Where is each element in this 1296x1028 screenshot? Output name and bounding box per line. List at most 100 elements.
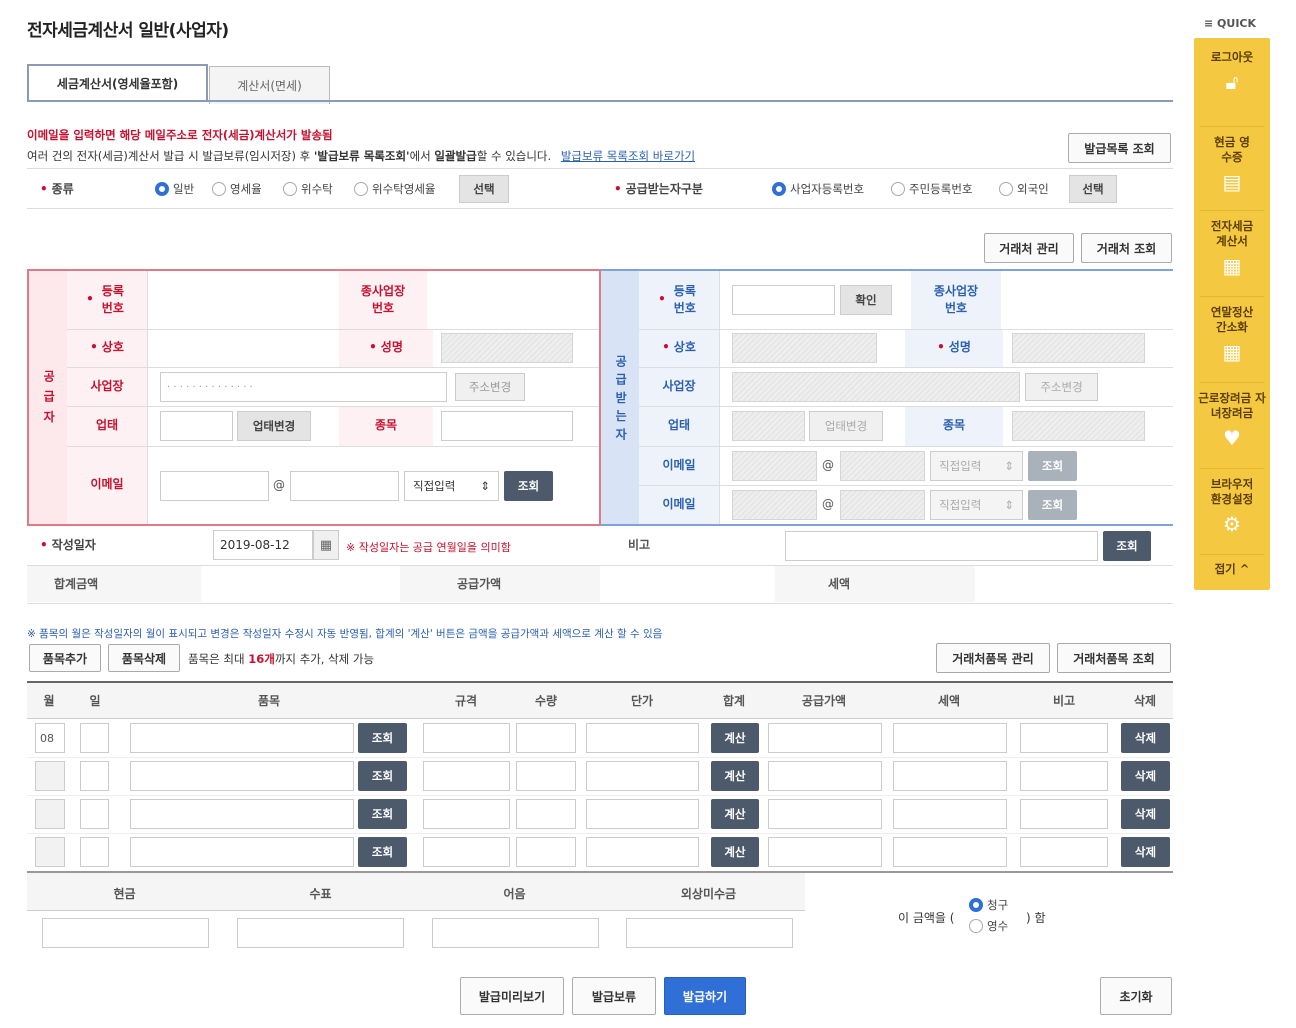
quick-menu: 로그아웃 🔓︎ 현금 영수증 ▤ 전자세금 계산서 ▦ 연말정산 간소화 ▦ 근로장려금…	[1194, 38, 1270, 590]
item-spec-field[interactable]	[423, 761, 510, 791]
item-qty-field[interactable]	[516, 761, 576, 791]
supplier-biztype-change-button[interactable]: 업태변경	[237, 411, 311, 441]
item-add-button[interactable]: 품목추가	[29, 644, 101, 672]
quick-browser-settings[interactable]: 브라우저 환경설정 ⚙	[1194, 477, 1270, 537]
quick-logout[interactable]: 로그아웃 🔓︎	[1194, 50, 1270, 95]
payment-credit-field[interactable]	[626, 918, 793, 948]
payment-cash-field[interactable]	[42, 918, 209, 948]
item-calc-button[interactable]: 계산	[711, 761, 759, 791]
receiver-radio-resident[interactable]: 주민등록번호	[891, 181, 972, 197]
item-supply-field[interactable]	[768, 723, 882, 753]
item-name-field[interactable]	[130, 837, 354, 867]
supplier-email-domain-select[interactable]: 직접입력 ⇕	[404, 471, 499, 501]
supplier-email-domain-field[interactable]	[290, 471, 399, 501]
receiver-select-button[interactable]: 선택	[1069, 175, 1117, 203]
item-unit-price-field[interactable]	[586, 723, 699, 753]
item-calc-button[interactable]: 계산	[711, 799, 759, 829]
remark-search-button[interactable]: 조회	[1103, 531, 1151, 561]
item-qty-field[interactable]	[516, 799, 576, 829]
item-day-field[interactable]	[80, 799, 109, 829]
receipt-radio[interactable]: 영수	[969, 918, 1008, 934]
item-remark-field[interactable]	[1020, 761, 1108, 791]
item-delete-row-button[interactable]: 삭제	[1121, 799, 1170, 829]
kind-radio-zero[interactable]: 영세율	[212, 181, 262, 197]
item-supply-field[interactable]	[768, 761, 882, 791]
quick-cash-receipt[interactable]: 현금 영수증 ▤	[1194, 135, 1270, 195]
calendar-icon[interactable]: ▦	[313, 530, 339, 560]
item-delete-button[interactable]: 품목삭제	[108, 644, 180, 672]
item-delete-row-button[interactable]: 삭제	[1121, 723, 1170, 753]
tab-invoice-exempt[interactable]: 계산서(면세)	[209, 66, 330, 104]
item-supply-field[interactable]	[768, 799, 882, 829]
supplier-address-field[interactable]: · · · · · · · · · · · · · ·	[160, 372, 447, 402]
item-day-field[interactable]	[80, 761, 109, 791]
item-calc-button[interactable]: 계산	[711, 723, 759, 753]
item-day-field[interactable]	[80, 723, 109, 753]
write-date-field[interactable]: 2019-08-12	[213, 530, 313, 560]
quick-e-tax-invoice[interactable]: 전자세금 계산서 ▦	[1194, 219, 1270, 279]
item-unit-price-field[interactable]	[586, 761, 699, 791]
item-search-button[interactable]: 조회	[358, 723, 407, 753]
supplier-bizitem-field[interactable]	[441, 411, 573, 441]
partner-search-button[interactable]: 거래처 조회	[1081, 233, 1172, 263]
kind-radio-consign-zero[interactable]: 위수탁영세율	[354, 181, 435, 197]
item-supply-field[interactable]	[768, 837, 882, 867]
item-tax-field[interactable]	[893, 723, 1007, 753]
quick-year-end[interactable]: 연말정산 간소화 ▦	[1194, 305, 1270, 365]
remark-field[interactable]	[785, 531, 1098, 561]
item-tax-field[interactable]	[893, 761, 1007, 791]
kind-radio-consign[interactable]: 위수탁	[283, 181, 333, 197]
payment-check-field[interactable]	[237, 918, 404, 948]
item-remark-field[interactable]	[1020, 723, 1108, 753]
supplier-email-id-field[interactable]	[160, 471, 269, 501]
item-delete-row-button[interactable]: 삭제	[1121, 837, 1170, 867]
hold-button[interactable]: 발급보류	[572, 977, 656, 1015]
item-unit-price-field[interactable]	[586, 837, 699, 867]
item-tax-field[interactable]	[893, 837, 1007, 867]
item-unit-price-field[interactable]	[586, 799, 699, 829]
item-spec-field[interactable]	[423, 799, 510, 829]
item-search-button[interactable]: 조회	[358, 799, 407, 829]
issue-list-button[interactable]: 발급목록 조회	[1068, 133, 1171, 163]
hold-list-link[interactable]: 발급보류 목록조회 바로가기	[561, 149, 695, 163]
item-delete-row-button[interactable]: 삭제	[1121, 761, 1170, 791]
item-spec-field[interactable]	[423, 723, 510, 753]
item-spec-field[interactable]	[423, 837, 510, 867]
receiver-radio-foreign[interactable]: 외국인	[999, 181, 1049, 197]
item-qty-field[interactable]	[516, 837, 576, 867]
item-qty-field[interactable]	[516, 723, 576, 753]
claim-radio[interactable]: 청구	[969, 897, 1008, 913]
supplier-name-label: • 성명	[339, 329, 433, 367]
kind-radio-general[interactable]: 일반	[155, 181, 194, 197]
kind-select-button[interactable]: 선택	[459, 175, 509, 203]
item-calc-button[interactable]: 계산	[711, 837, 759, 867]
partner-item-search-button[interactable]: 거래처품목 조회	[1057, 643, 1171, 673]
buyer-regno-field[interactable]	[732, 285, 835, 315]
preview-button[interactable]: 발급미리보기	[460, 977, 564, 1015]
tab-tax-invoice[interactable]: 세금계산서(영세율포함)	[27, 64, 208, 102]
item-day-field[interactable]	[80, 837, 109, 867]
quick-collapse[interactable]: 접기 ^	[1194, 562, 1270, 577]
item-name-field[interactable]	[130, 761, 354, 791]
issue-button[interactable]: 발급하기	[664, 977, 746, 1015]
buyer-domain-select-value: 직접입력	[939, 498, 982, 512]
item-tax-field[interactable]	[893, 799, 1007, 829]
item-search-button[interactable]: 조회	[358, 761, 407, 791]
item-remark-field[interactable]	[1020, 799, 1108, 829]
radio-icon	[283, 182, 297, 196]
buyer-regno-confirm-button[interactable]: 확인	[840, 285, 892, 315]
item-name-field[interactable]	[130, 723, 354, 753]
supplier-biztype-field[interactable]	[160, 411, 233, 441]
quick-incentive[interactable]: 근로장려금 자녀장려금 ♥	[1194, 391, 1270, 451]
supplier-email-search-button[interactable]: 조회	[504, 471, 553, 501]
reset-button[interactable]: 초기화	[1100, 977, 1172, 1015]
item-search-button[interactable]: 조회	[358, 837, 407, 867]
partner-item-manage-button[interactable]: 거래처품목 관리	[936, 643, 1050, 673]
partner-manage-button[interactable]: 거래처 관리	[984, 233, 1074, 263]
divider	[719, 271, 720, 524]
item-remark-field[interactable]	[1020, 837, 1108, 867]
payment-note-field[interactable]	[432, 918, 599, 948]
item-name-field[interactable]	[130, 799, 354, 829]
receiver-radio-bizno[interactable]: 사업자등록번호	[772, 181, 864, 197]
supplier-address-change-button[interactable]: 주소변경	[455, 373, 525, 401]
